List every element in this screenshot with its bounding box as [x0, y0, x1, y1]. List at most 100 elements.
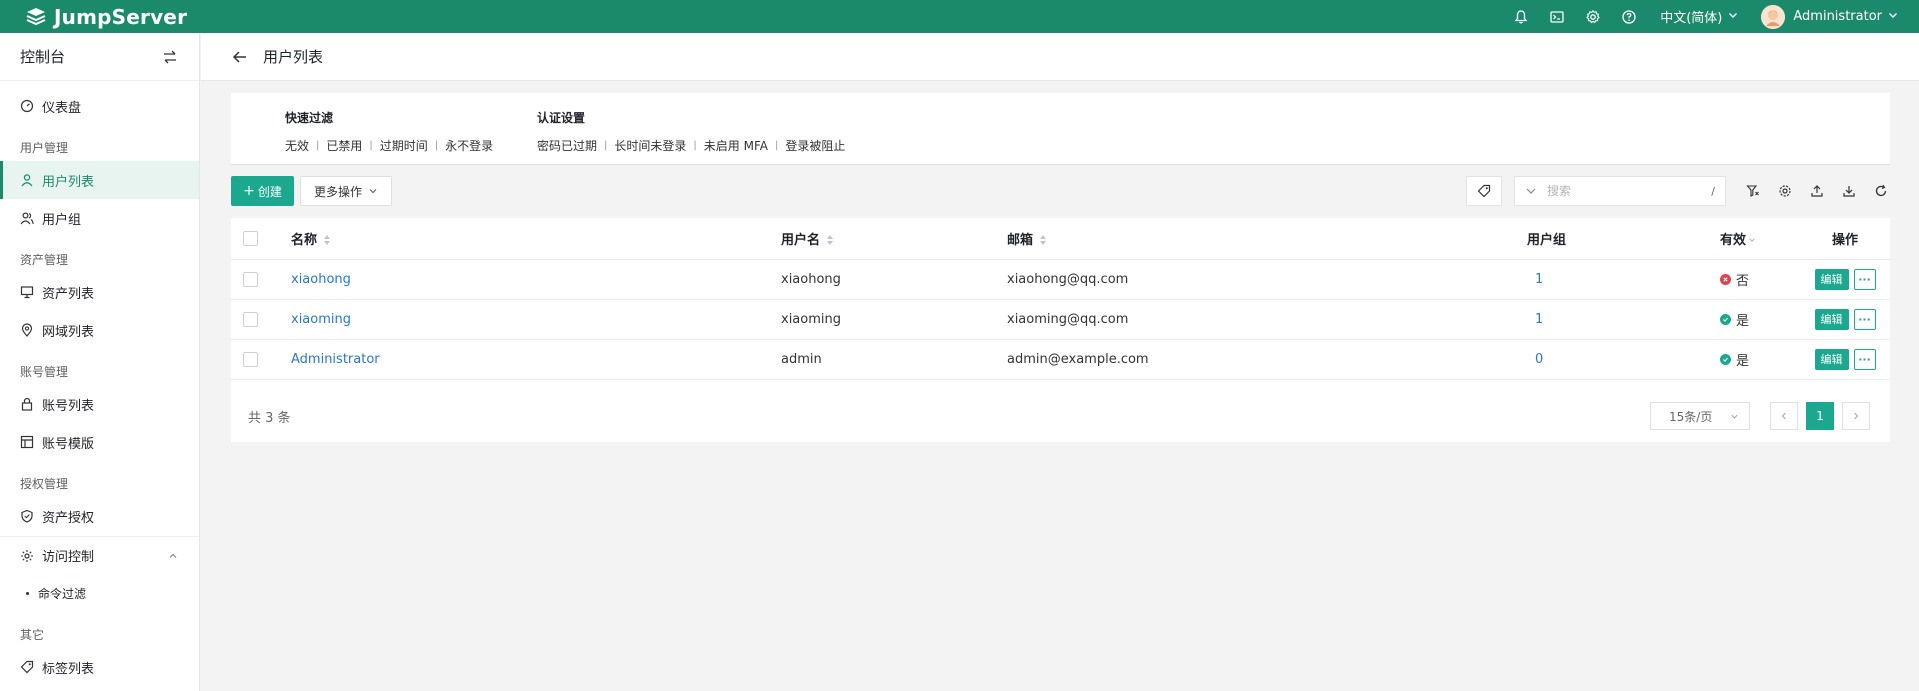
select-all-checkbox[interactable] [243, 230, 258, 246]
user-group-count[interactable]: 0 [1535, 352, 1543, 367]
bell-icon[interactable] [1512, 8, 1530, 26]
column-header-email[interactable]: 邮箱 [1007, 218, 1527, 260]
page-number-button[interactable]: 1 [1806, 402, 1834, 430]
user-group-count[interactable]: 1 [1535, 312, 1543, 327]
edit-button[interactable]: 编辑 [1814, 348, 1849, 370]
more-button[interactable]: ··· [1853, 308, 1876, 330]
filter-long-no-login[interactable]: 长时间未登录 [614, 137, 686, 154]
page-header: 用户列表 [201, 33, 1919, 81]
filter-never-login[interactable]: 永不登录 [445, 137, 493, 154]
filter-mfa-disabled[interactable]: 未启用 MFA [704, 137, 768, 154]
tag-icon [20, 660, 34, 674]
tag-icon [1477, 184, 1491, 198]
more-actions-button[interactable]: 更多操作 [300, 176, 392, 206]
edit-button[interactable]: 编辑 [1814, 268, 1849, 290]
table-header-row: 名称 用户名 邮箱 用户组 有效 操作 [231, 218, 1890, 260]
sidebar-group-account: 账号管理 [20, 364, 69, 379]
tag-filter-button[interactable] [1466, 176, 1502, 206]
filter-invalid[interactable]: 无效 [285, 137, 309, 154]
user-email: admin@example.com [1007, 339, 1527, 380]
clear-filter-icon[interactable] [1746, 184, 1760, 198]
user-name-link[interactable]: xiaoming [291, 312, 351, 327]
search-box: / [1514, 176, 1726, 206]
user-menu[interactable]: Administrator [1761, 4, 1899, 29]
lock-icon [20, 397, 34, 411]
user-table-card: 名称 用户名 邮箱 用户组 有效 操作 xiaohong xiaohong xi… [231, 218, 1890, 442]
filter-disabled[interactable]: 已禁用 [326, 137, 362, 154]
sidebar-item-domain-list[interactable]: 网域列表 [0, 311, 199, 349]
sort-icon[interactable] [1039, 234, 1047, 246]
user-group-count[interactable]: 1 [1535, 272, 1543, 287]
filter-expired[interactable]: 过期时间 [380, 137, 428, 154]
column-header-groups: 用户组 [1527, 218, 1720, 260]
back-arrow-icon[interactable] [231, 48, 249, 66]
chevron-down-icon[interactable] [1525, 185, 1537, 197]
sidebar-item-label: 仪表盘 [42, 100, 82, 116]
pagination: 15条/页 1 [1650, 402, 1870, 430]
chevron-down-icon [369, 189, 377, 194]
edit-button[interactable]: 编辑 [1814, 308, 1849, 330]
switch-view-icon[interactable] [161, 48, 179, 66]
prev-page-button[interactable] [1770, 402, 1798, 430]
sidebar-item-account-list[interactable]: 账号列表 [0, 385, 199, 423]
search-input[interactable] [1547, 184, 1697, 198]
user-email: xiaoming@qq.com [1007, 299, 1527, 340]
sidebar-item-label: 账号列表 [42, 398, 95, 414]
check-circle-icon [1720, 313, 1731, 325]
user-name-link[interactable]: xiaohong [291, 272, 351, 287]
check-circle-icon [1720, 353, 1731, 365]
gear-icon[interactable] [1584, 8, 1602, 26]
bullet-icon [26, 591, 29, 595]
page-title: 用户列表 [263, 48, 324, 66]
column-header-username[interactable]: 用户名 [781, 218, 1007, 260]
sidebar-item-label: 资产授权 [42, 510, 95, 526]
sidebar-header: 控制台 [0, 33, 199, 81]
sort-icon[interactable] [323, 234, 331, 246]
sidebar-item-asset-list[interactable]: 资产列表 [0, 273, 199, 311]
sort-icon[interactable] [826, 234, 834, 246]
page-size-select[interactable]: 15条/页 [1650, 402, 1750, 430]
sidebar-item-asset-perm[interactable]: 资产授权 [0, 497, 199, 535]
download-icon[interactable] [1842, 184, 1856, 198]
dashboard-icon [20, 99, 34, 113]
row-checkbox[interactable] [243, 351, 258, 367]
app-name: JumpServer [54, 4, 188, 29]
row-checkbox[interactable] [243, 271, 258, 287]
row-checkbox[interactable] [243, 311, 258, 327]
user-username: admin [781, 339, 1007, 380]
more-button[interactable]: ··· [1853, 348, 1876, 370]
chevron-down-icon [1722, 9, 1739, 25]
sidebar-item-label: 访问控制 [42, 550, 95, 565]
user-table: 名称 用户名 邮箱 用户组 有效 操作 xiaohong xiaohong xi… [231, 218, 1890, 380]
chevron-down-icon [1749, 238, 1755, 242]
plus-icon: + [243, 183, 255, 199]
sidebar-item-user-list[interactable]: 用户列表 [0, 161, 199, 199]
app-logo[interactable]: JumpServer [24, 0, 187, 33]
sidebar-item-tag-list[interactable]: 标签列表 [0, 648, 199, 686]
sidebar-item-account-template[interactable]: 账号模版 [0, 423, 199, 461]
sidebar-item-dashboard[interactable]: 仪表盘 [0, 87, 199, 125]
help-icon[interactable] [1620, 8, 1638, 26]
filter-password-expired[interactable]: 密码已过期 [537, 137, 597, 154]
template-icon [20, 435, 34, 449]
sidebar-item-access-control[interactable]: 访问控制 [0, 536, 199, 574]
sidebar-item-label: 标签列表 [42, 661, 95, 677]
create-button[interactable]: + 创建 [231, 176, 294, 206]
gear-icon[interactable] [1778, 184, 1792, 198]
more-button[interactable]: ··· [1853, 268, 1876, 290]
active-status: 否 [1736, 273, 1750, 289]
sidebar-group-other: 其它 [20, 627, 45, 642]
user-name-link[interactable]: Administrator [291, 352, 380, 367]
refresh-icon[interactable] [1874, 184, 1888, 198]
next-page-button[interactable] [1842, 402, 1870, 430]
sidebar-item-command-filter[interactable]: 命令过滤 [0, 574, 199, 612]
upload-icon[interactable] [1810, 184, 1824, 198]
filter-login-blocked[interactable]: 登录被阻止 [785, 137, 845, 154]
sidebar-item-user-group[interactable]: 用户组 [0, 199, 199, 237]
column-header-active[interactable]: 有效 [1720, 218, 1800, 260]
sidebar-item-label: 用户列表 [42, 174, 95, 190]
language-label: 中文(简体) [1660, 11, 1723, 26]
column-header-name[interactable]: 名称 [291, 218, 781, 260]
terminal-icon[interactable] [1548, 8, 1566, 26]
language-selector[interactable]: 中文(简体) [1660, 7, 1739, 26]
